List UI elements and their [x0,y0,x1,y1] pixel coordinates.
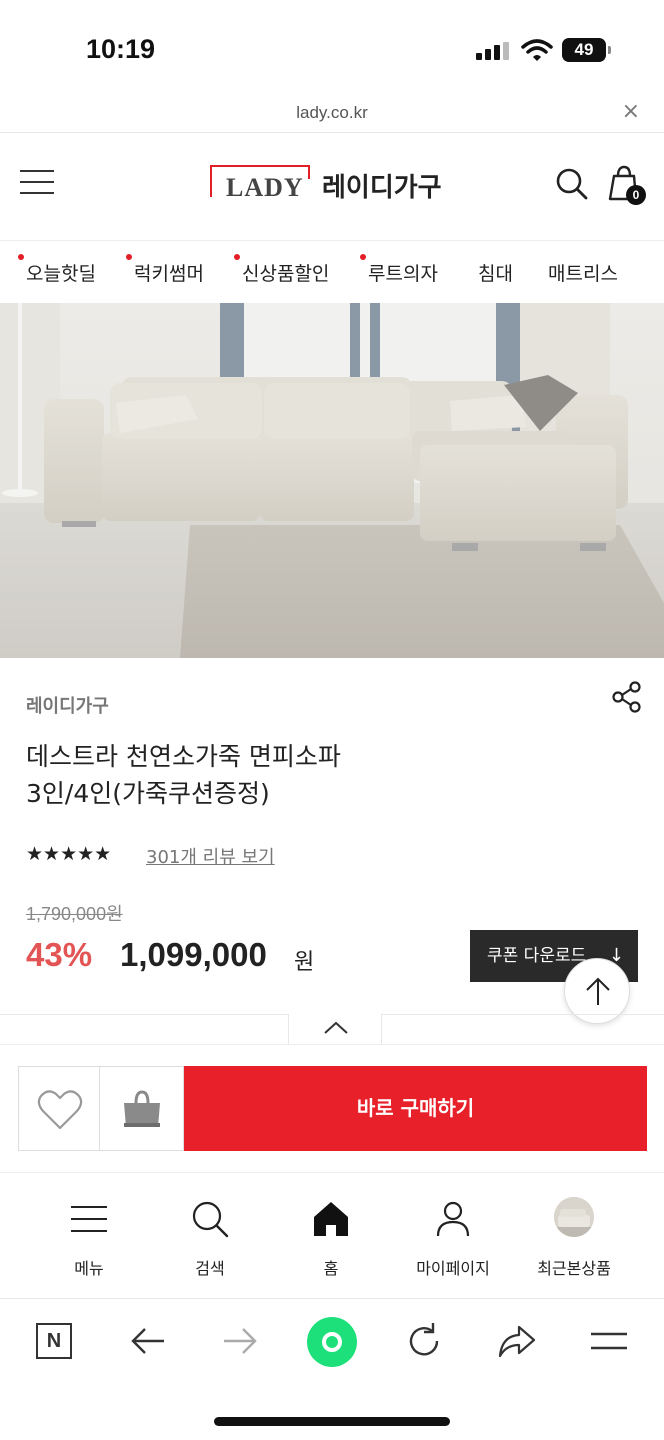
battery-indicator: 49 [562,38,611,62]
new-dot [360,254,366,260]
category-label: 신상품할인 [242,263,330,285]
browser-url-bar[interactable]: lady.co.kr × [0,95,664,133]
bottom-nav-label: 마이페이지 [416,1259,490,1278]
person-icon [436,1201,470,1237]
product-brand[interactable]: 레이디가구 [26,692,109,718]
review-link[interactable]: 301개 리뷰 보기 [146,843,275,869]
reload-icon[interactable] [404,1321,444,1361]
share-icon[interactable] [610,680,644,714]
category-label: 매트리스 [548,263,618,285]
close-icon[interactable]: × [622,99,640,125]
green-action-icon[interactable] [307,1317,357,1367]
bottom-nav-mypage[interactable]: 마이페이지 [393,1173,513,1299]
search-icon[interactable] [555,167,589,201]
logo-latin-text: LADY [226,173,304,202]
bottom-nav-recent[interactable]: 최근본상품 [514,1173,634,1299]
collapse-toggle[interactable] [288,1014,382,1044]
product-title-line2: 3인/4인(가죽쿠션증정) [26,779,270,808]
recent-product-thumbnail [554,1197,594,1237]
product-title-line1: 데스트라 천연소가죽 면피소파 [26,742,341,771]
bottom-nav: 메뉴 검색 홈 마이페이지 최근본상품 [0,1172,664,1298]
status-time: 10:19 [86,34,156,64]
new-dot [234,254,240,260]
original-price: 1,790,000원 [26,904,123,924]
hamburger-menu-icon[interactable] [20,168,56,196]
bottom-nav-menu[interactable]: 메뉴 [29,1173,149,1299]
cart-count-badge: 0 [626,185,646,205]
chevron-up-icon [324,1021,348,1034]
category-item-lucky-summer[interactable]: 럭키썸머 [126,254,204,286]
arrow-up-icon [586,977,610,1005]
discount-rate: 43% [26,936,93,973]
category-label: 럭키썸머 [134,263,204,285]
site-header: LADY 레이디가구 0 [0,133,664,241]
search-icon [192,1201,229,1238]
browser-toolbar: N [0,1298,664,1440]
bottom-nav-label: 홈 [323,1259,339,1278]
category-item-root-chair[interactable]: 루트의자 [360,254,438,286]
currency-unit: 원 [294,950,315,975]
bottom-nav-home[interactable]: 홈 [271,1173,391,1299]
forward-arrow-icon[interactable] [220,1321,260,1361]
category-item-mattress[interactable]: 매트리스 [548,259,618,286]
category-label: 침대 [478,263,513,285]
menu-lines-icon[interactable] [589,1321,629,1361]
product-title: 데스트라 천연소가죽 면피소파 3인/4인(가죽쿠션증정) [26,738,586,812]
product-image[interactable] [0,303,664,658]
sale-price: 1,099,000 [120,936,267,973]
sofa-photo [0,303,664,658]
new-dot [18,254,24,260]
category-label: 루트의자 [368,263,438,285]
shopping-bag-icon [124,1090,160,1127]
url-text[interactable]: lady.co.kr [0,103,664,123]
bottom-nav-label: 최근본상품 [537,1259,611,1278]
buy-now-button[interactable]: 바로 구매하기 [184,1066,647,1151]
wifi-icon [521,39,553,61]
wishlist-button[interactable] [18,1066,100,1151]
new-dot [126,254,132,260]
menu-icon [71,1206,107,1232]
bottom-nav-search[interactable]: 검색 [150,1173,270,1299]
status-bar: 10:19 49 [0,0,664,95]
bottom-nav-label: 메뉴 [74,1259,104,1278]
category-item-bed[interactable]: 침대 [478,259,513,286]
home-indicator [214,1417,450,1426]
logo-korean-text: 레이디가구 [322,173,442,203]
heart-icon [37,1090,83,1130]
back-arrow-icon[interactable] [128,1321,168,1361]
share-arrow-icon[interactable] [497,1321,537,1361]
naver-icon[interactable]: N [36,1323,72,1359]
rating-stars: ★★★★★ [26,843,112,865]
category-item-new-sale[interactable]: 신상품할인 [234,254,330,286]
category-item-hotdeal[interactable]: 오늘핫딜 [18,254,96,286]
cellular-signal-icon [476,42,510,60]
add-to-cart-button[interactable] [100,1066,184,1151]
category-nav: 오늘핫딜 럭키썸머 신상품할인 루트의자 침대 매트리스 [0,241,664,303]
home-icon [314,1202,348,1236]
bottom-nav-label: 검색 [195,1259,225,1278]
purchase-bar: 바로 구매하기 [0,1044,664,1172]
category-label: 오늘핫딜 [26,263,96,285]
